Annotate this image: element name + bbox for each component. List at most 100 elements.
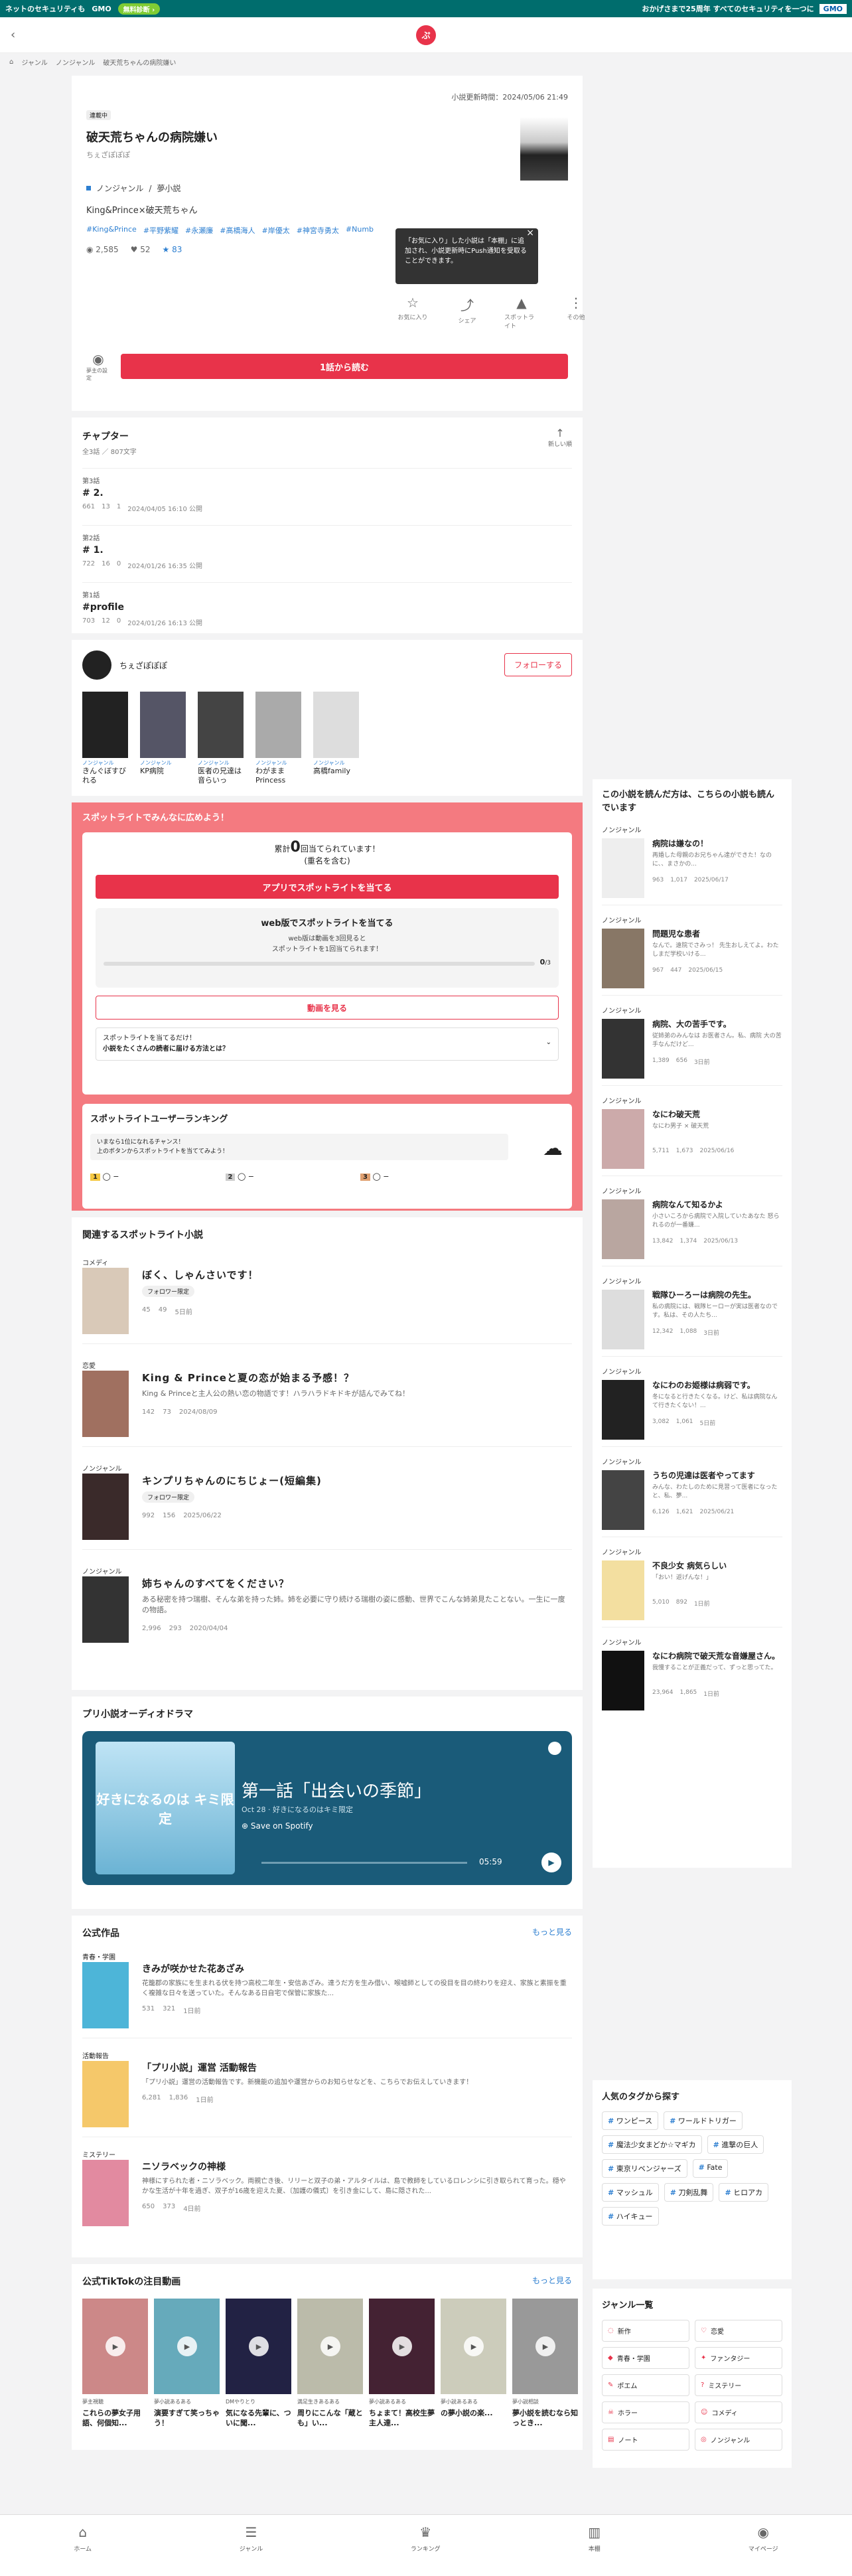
- list-item[interactable]: ノンジャンル わがまま Princess: [255, 692, 301, 785]
- sort-button[interactable]: ↑ 新しい順: [548, 427, 572, 448]
- list-item[interactable]: ノンジャンル 戦隊ひーろーは病院の先生。 私の病院には、戦隊ヒーローが実は医者なので…: [602, 1276, 782, 1357]
- tab-home[interactable]: ⌂ ホーム: [74, 2524, 92, 2553]
- spotlight-button[interactable]: ▲ スポットライト: [504, 295, 539, 330]
- tag-link[interactable]: # 進撃の巨人: [707, 2135, 764, 2154]
- genre-item[interactable]: ? ミステリー: [695, 2374, 782, 2396]
- genre-item[interactable]: ◆ 青春・学園: [602, 2347, 689, 2369]
- breadcrumb-item[interactable]: ノンジャンル: [56, 57, 96, 67]
- list-item[interactable]: 恋愛 King & Princeと夏の恋が始まる予感！？ King & Prince…: [82, 1363, 572, 1447]
- genre-item[interactable]: ◌ 新作: [602, 2320, 689, 2342]
- play-icon: ▶: [392, 2336, 412, 2356]
- list-item[interactable]: ノンジャンル 病院、大の苦手です。 従姉弟のみんなは お医者さん。私、病院 大の苦手…: [602, 1005, 782, 1086]
- tag-link[interactable]: # ヒロアカ: [719, 2183, 769, 2202]
- list-item[interactable]: ノンジャンル なにわ病院で破天荒な音嫌屋さん。 我慢することが正義だって、ずっと思っ…: [602, 1637, 782, 1717]
- tag-link[interactable]: #平野紫耀: [143, 225, 178, 236]
- faq-accordion[interactable]: スポットライトを当てるだけ！ 小説をたくさんの読者に届ける方法とは？ ⌄: [96, 1027, 559, 1061]
- genre-marker: [86, 186, 91, 190]
- tag-link[interactable]: #神宮寺勇太: [297, 225, 339, 236]
- heart-icon: ♥: [130, 245, 141, 254]
- list-item[interactable]: ノンジャンル うちの児達は医者やってます みんな、わたしのために見習って医者になった…: [602, 1456, 782, 1537]
- genre-item[interactable]: ▤ ノート: [602, 2429, 689, 2451]
- dream-settings-button[interactable]: ◉ 夢主の設定: [86, 351, 110, 382]
- work-thumbnail: [602, 1109, 644, 1169]
- read-first-button[interactable]: 1話から読む: [121, 354, 568, 379]
- play-button[interactable]: ▶: [541, 1853, 561, 1872]
- tag-link[interactable]: #髙橋海人: [220, 225, 255, 236]
- list-item[interactable]: 青春・学園 きみが咲かせた花あざみ 花籠郡の家族にを生まれる伏を持つ高校二年生・安信…: [82, 1954, 572, 2038]
- list-item[interactable]: ノンジャンル きんぐぼすびれる: [82, 692, 128, 785]
- status-badge: 連載中: [86, 110, 111, 120]
- avatar[interactable]: [82, 650, 111, 680]
- tag-link[interactable]: #Numb: [346, 225, 374, 236]
- list-item[interactable]: 活動報告 「プリ小説」運営 活動報告 「プリ小説」運営の活動報告です。新機能の追加や…: [82, 2053, 572, 2137]
- back-icon[interactable]: ‹: [11, 28, 15, 42]
- genre-item[interactable]: ♡ 恋愛: [695, 2320, 782, 2342]
- video-card[interactable]: ▶ DMやりとり 気になる先輩に、ついに聞...: [226, 2299, 291, 2428]
- close-icon[interactable]: ×: [526, 228, 534, 238]
- chapter-summary: 全3話 ／ 807文字: [82, 449, 137, 456]
- genre-item[interactable]: ✦ ファンタジー: [695, 2347, 782, 2369]
- list-item[interactable]: ノンジャンル なにわのお姫様は病弱です。 冬になると行きたくなる。けど、私は病院なん…: [602, 1366, 782, 1447]
- list-item[interactable]: ノンジャンル なにわ破天荒 なにわ男子 × 破天荒 5,711 1,673 2025/06…: [602, 1095, 782, 1176]
- more-link[interactable]: もっと見る: [532, 2275, 572, 2286]
- list-item[interactable]: ノンジャンル 問題児な患者 なんで。遠院でさみっ！ 先生おしえてよ。わたしまだ学校い…: [602, 915, 782, 996]
- video-card[interactable]: ▶ 夢小説あるある の夢小説の楽...: [441, 2299, 506, 2428]
- video-card[interactable]: ▶ 夢小説あるある ちょまて！高校生夢主人達...: [369, 2299, 435, 2428]
- video-card[interactable]: ▶ 夢小説相談 夢小説を読むなら知っとき...: [512, 2299, 578, 2428]
- watch-video-button[interactable]: 動画を見る: [96, 996, 559, 1020]
- ad-banner[interactable]: ネットのセキュリティも GMO 無料診断 › おかげさまで25周年 すべてのセキ…: [0, 0, 852, 17]
- video-card[interactable]: ▶ 夢主視聴 これらの夢女子用語、何個知...: [82, 2299, 148, 2428]
- author-name[interactable]: ちぇざぽぽぽ: [86, 149, 568, 160]
- tag-link[interactable]: # ハイキュー: [602, 2207, 659, 2226]
- tag-link[interactable]: # ワールドトリガー: [664, 2111, 743, 2130]
- tag-link[interactable]: # 刀剣乱舞: [664, 2183, 714, 2202]
- list-item[interactable]: ノンジャンル KP病院: [140, 692, 186, 785]
- share-button[interactable]: ⤴ シェア: [450, 295, 484, 330]
- list-item[interactable]: ノンジャンル 医者の兄達は音らいっ: [198, 692, 244, 785]
- more-link[interactable]: もっと見る: [532, 1926, 572, 1937]
- list-item[interactable]: ノンジャンル 高橋family: [313, 692, 359, 785]
- list-item[interactable]: ノンジャンル 姉ちゃんのすべてをください？ ある秘密を持つ瑞樹、そんな弟を持った姉。…: [82, 1568, 572, 1652]
- tag-link[interactable]: #永瀬廉: [185, 225, 213, 236]
- video-card[interactable]: ▶ 夢小説あるある 演要すぎて笑っちゃう！: [154, 2299, 220, 2428]
- save-spotify-button[interactable]: ⊕ Save on Spotify: [242, 1821, 313, 1831]
- list-item[interactable]: ノンジャンル 病院は嫌なの！ 再婚した母親のお兄ちゃん達ができた！なのに、、まさかの…: [602, 824, 782, 905]
- tag-link[interactable]: # ワンピース: [602, 2111, 659, 2130]
- app-spotlight-button[interactable]: アプリでスポットライトを当てる: [96, 875, 559, 899]
- home-icon[interactable]: ⌂: [9, 58, 13, 66]
- breadcrumb-item[interactable]: ジャンル: [21, 57, 48, 67]
- genre-link[interactable]: ノンジャンル: [96, 183, 143, 194]
- site-logo[interactable]: ぷ: [416, 25, 436, 45]
- list-item[interactable]: ノンジャンル 不良少女 病気らしい 「おい！返げんな！」 5,010 892 1日前: [602, 1547, 782, 1628]
- tag-link[interactable]: # Fate: [692, 2159, 729, 2178]
- more-button[interactable]: ⋮ その他: [559, 295, 593, 330]
- follow-button[interactable]: フォローする: [504, 653, 572, 676]
- banner-button[interactable]: 無料診断 ›: [117, 3, 161, 15]
- tag-link[interactable]: #King&Prince: [86, 225, 137, 236]
- list-item[interactable]: 第3話 # 2. 661 13 1 2024/04/05 16:10 公開: [82, 468, 572, 513]
- tab-bookshelf[interactable]: ▥ 本棚: [588, 2524, 601, 2553]
- tab-genre[interactable]: ☰ ジャンル: [240, 2524, 263, 2553]
- seek-bar[interactable]: [261, 1862, 467, 1864]
- tag-link[interactable]: # 東京リベンジャーズ: [602, 2159, 687, 2178]
- video-card[interactable]: ▶ 満足生きあるある 周りにこんな「蔵とも」い...: [297, 2299, 363, 2428]
- tag-link[interactable]: # 魔法少女まどか☆マギカ: [602, 2135, 702, 2154]
- list-item[interactable]: 第2話 # 1. 722 16 0 2024/01/26 16:35 公開: [82, 525, 572, 570]
- genre-item[interactable]: ☺ コメディ: [695, 2401, 782, 2423]
- tab-mypage[interactable]: ◉ マイページ: [748, 2524, 778, 2553]
- list-item[interactable]: ミステリー ニソラベックの神様 神様にすられた者・ニソラベック。両親亡き後、リリーと…: [82, 2152, 572, 2235]
- genre-item[interactable]: ◎ ノンジャンル: [695, 2429, 782, 2451]
- tab-ranking[interactable]: ♛ ランキング: [411, 2524, 441, 2553]
- tag-link[interactable]: #岸優太: [261, 225, 289, 236]
- list-item[interactable]: コメディ ぼく、しゃんさいです！ フォロワー限定 45 49 5日前: [82, 1260, 572, 1344]
- tag-link[interactable]: # マッシュル: [602, 2183, 659, 2202]
- mascot-icon: ☁: [543, 1137, 563, 1160]
- genre-link[interactable]: 夢小説: [157, 183, 180, 194]
- genre-item[interactable]: ☠ ホラー: [602, 2401, 689, 2423]
- list-item[interactable]: 第1話 #profile 703 12 0 2024/01/26 16:13 公開: [82, 582, 572, 627]
- list-item[interactable]: ノンジャンル 病院なんて知るかよ 小さいころから病院で入院していたあなた 怒られるの…: [602, 1185, 782, 1266]
- genre-item[interactable]: ✎ ポエム: [602, 2374, 689, 2396]
- list-item[interactable]: ノンジャンル キンプリちゃんのにちじょー(短編集) フォロワー限定 992 156 202…: [82, 1466, 572, 1550]
- writer-name[interactable]: ちぇざぽぽぽ: [119, 660, 167, 671]
- favorite-button[interactable]: ☆ お気に入り: [395, 295, 430, 330]
